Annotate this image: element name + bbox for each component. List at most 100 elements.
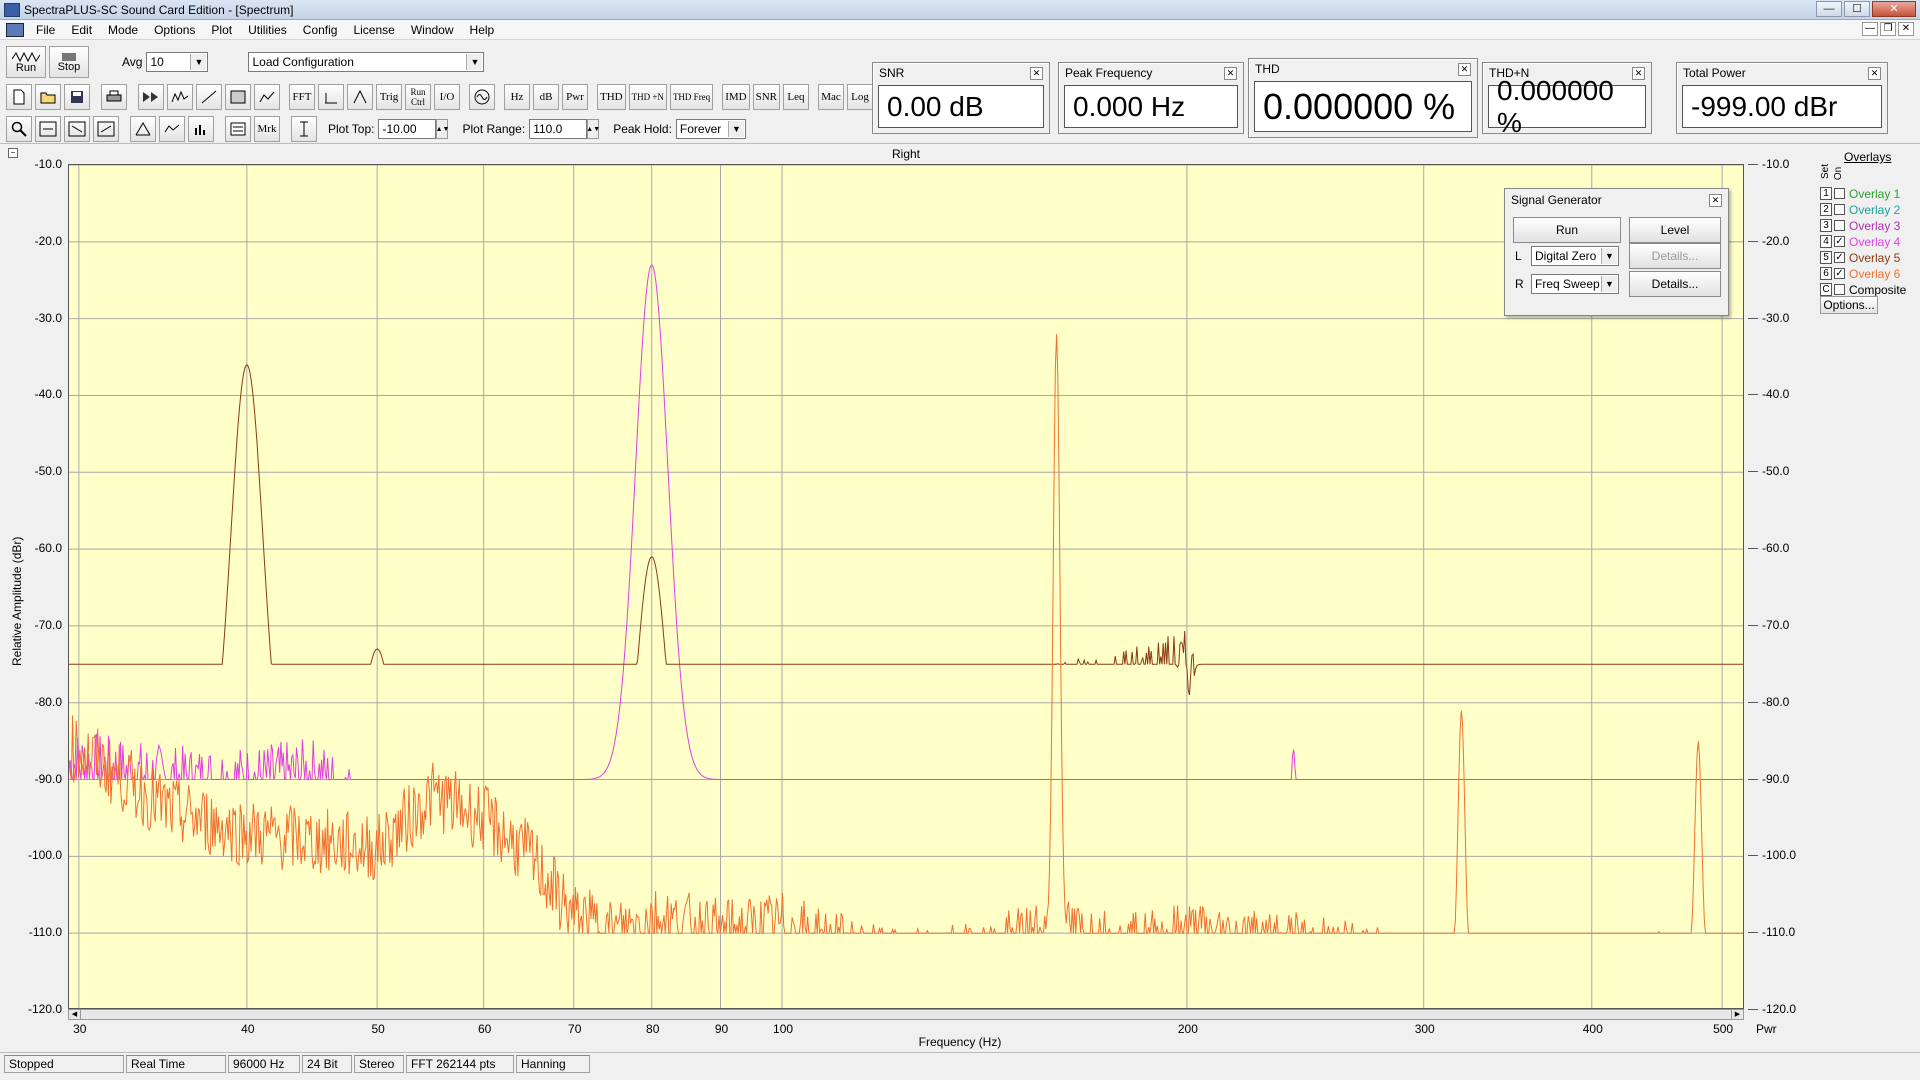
- log-button[interactable]: Log: [846, 84, 873, 110]
- 3d-surface-button[interactable]: [254, 84, 280, 110]
- zoom-button[interactable]: [6, 116, 32, 142]
- menu-utilities[interactable]: Utilities: [240, 23, 295, 37]
- pwr-button[interactable]: Pwr: [562, 84, 588, 110]
- overlay-options-button[interactable]: Options...: [1820, 296, 1878, 314]
- generator-run-button[interactable]: Run: [1513, 217, 1621, 243]
- spectrum-plot[interactable]: [68, 164, 1744, 1009]
- plot-range-input[interactable]: 110.0: [529, 119, 588, 139]
- zoom-out-2x-button[interactable]: [64, 116, 90, 142]
- mac-button[interactable]: Mac: [817, 84, 844, 110]
- left-channel-select[interactable]: Digital Zero ▼: [1531, 246, 1619, 266]
- peak-frequency-meter[interactable]: Peak Frequency ✕ 0.000 Hz: [1058, 62, 1244, 134]
- close-button[interactable]: ✕: [1872, 1, 1916, 17]
- fast-forward-button[interactable]: [138, 84, 164, 110]
- list-button[interactable]: [225, 116, 251, 142]
- db-button[interactable]: dB: [533, 84, 559, 110]
- avg-select[interactable]: 10 ▼: [146, 52, 209, 72]
- menu-file[interactable]: File: [28, 23, 63, 37]
- io-button[interactable]: I/O: [434, 84, 460, 110]
- peak-hold-select[interactable]: Forever ▼: [675, 119, 746, 139]
- close-icon[interactable]: ✕: [1709, 193, 1722, 207]
- overlay-checkbox[interactable]: [1834, 204, 1845, 215]
- overlay-checkbox[interactable]: [1834, 220, 1845, 231]
- scroll-left-icon[interactable]: ◀: [69, 1010, 81, 1019]
- line-plot-button[interactable]: [159, 116, 185, 142]
- overlay-checkbox[interactable]: ✓: [1834, 252, 1845, 263]
- snr-button[interactable]: SNR: [752, 84, 780, 110]
- hz-button[interactable]: Hz: [504, 84, 530, 110]
- trig-button[interactable]: Trig: [376, 84, 402, 110]
- thd-meter[interactable]: THD ✕ 0.000000 %: [1248, 58, 1478, 138]
- document-icon[interactable]: [6, 22, 24, 37]
- overlay-row-3[interactable]: 3 Overlay 3: [1820, 218, 1900, 233]
- mdi-close-button[interactable]: ✕: [1898, 22, 1914, 36]
- overlay-row-1[interactable]: 1 Overlay 1: [1820, 186, 1900, 201]
- menu-plot[interactable]: Plot: [203, 23, 240, 37]
- spectrum-mode-button[interactable]: [167, 84, 193, 110]
- overlay-checkbox[interactable]: ✓: [1834, 236, 1845, 247]
- run-ctrl-button[interactable]: Run Ctrl: [405, 84, 431, 110]
- overlay-set-button[interactable]: 1: [1820, 187, 1832, 200]
- overlay-checkbox[interactable]: [1834, 284, 1845, 295]
- mdi-minimize-button[interactable]: —: [1862, 22, 1878, 36]
- peak-button[interactable]: [347, 84, 373, 110]
- right-channel-select[interactable]: Freq Sweep ▼: [1531, 274, 1619, 294]
- overlay-row-5[interactable]: 5 ✓ Overlay 5: [1820, 250, 1900, 265]
- mdi-restore-button[interactable]: ❐: [1880, 22, 1896, 36]
- overlay-row-6[interactable]: 6 ✓ Overlay 6: [1820, 266, 1900, 281]
- overlay-set-button[interactable]: 2: [1820, 203, 1832, 216]
- bars-button[interactable]: [318, 84, 344, 110]
- overlay-row-2[interactable]: 2 Overlay 2: [1820, 202, 1900, 217]
- horizontal-scrollbar[interactable]: ◀ ▶: [68, 1009, 1744, 1020]
- thd-n-meter[interactable]: THD+N ✕ 0.000000 %: [1482, 62, 1652, 138]
- bar-plot-button[interactable]: [188, 116, 214, 142]
- leq-button[interactable]: Leq: [782, 84, 809, 110]
- close-icon[interactable]: ✕: [1030, 66, 1043, 80]
- overlay-row-4[interactable]: 4 ✓ Overlay 4: [1820, 234, 1900, 249]
- overlay-checkbox[interactable]: [1834, 188, 1845, 199]
- minimize-button[interactable]: —: [1816, 1, 1842, 17]
- save-button[interactable]: [64, 84, 90, 110]
- open-file-button[interactable]: [35, 84, 61, 110]
- run-button[interactable]: Run: [6, 46, 46, 78]
- cursor-button[interactable]: [291, 116, 317, 142]
- plot-range-spinner[interactable]: ▲▼: [586, 119, 600, 139]
- spectrogram-button[interactable]: [225, 84, 251, 110]
- thd-freq-button[interactable]: THD Freq: [669, 84, 714, 110]
- stop-button[interactable]: Stop: [49, 46, 89, 78]
- overlay-set-button[interactable]: 3: [1820, 219, 1832, 232]
- close-icon[interactable]: ✕: [1458, 62, 1471, 76]
- menu-license[interactable]: License: [345, 23, 402, 37]
- menu-window[interactable]: Window: [403, 23, 462, 37]
- zoom-out-full-button[interactable]: [93, 116, 119, 142]
- fft-button[interactable]: FFT: [289, 84, 315, 110]
- close-icon[interactable]: ✕: [1224, 66, 1237, 80]
- load-configuration-select[interactable]: Load Configuration ▼: [248, 52, 485, 72]
- overlay-checkbox[interactable]: ✓: [1834, 268, 1845, 279]
- menu-edit[interactable]: Edit: [63, 23, 100, 37]
- scroll-right-icon[interactable]: ▶: [1731, 1010, 1743, 1019]
- menu-config[interactable]: Config: [295, 23, 346, 37]
- marker-button[interactable]: Mrk: [254, 116, 280, 142]
- peak-marker-button[interactable]: [130, 116, 156, 142]
- new-file-button[interactable]: [6, 84, 32, 110]
- left-details-button[interactable]: Details...: [1629, 243, 1721, 269]
- menu-help[interactable]: Help: [462, 23, 503, 37]
- generator-level-button[interactable]: Level: [1629, 217, 1721, 243]
- thd-n-button[interactable]: THD +N: [628, 84, 667, 110]
- print-button[interactable]: [101, 84, 127, 110]
- zoom-in-2x-button[interactable]: [35, 116, 61, 142]
- overlay-row-c[interactable]: C Composite: [1820, 282, 1906, 297]
- menu-options[interactable]: Options: [146, 23, 203, 37]
- maximize-button[interactable]: ☐: [1844, 1, 1870, 17]
- overlay-set-button[interactable]: C: [1820, 283, 1832, 296]
- close-icon[interactable]: ✕: [1868, 66, 1881, 80]
- overlay-set-button[interactable]: 5: [1820, 251, 1832, 264]
- plot-top-spinner[interactable]: ▲▼: [436, 119, 449, 139]
- overlay-set-button[interactable]: 6: [1820, 267, 1832, 280]
- snr-meter[interactable]: SNR ✕ 0.00 dB: [872, 62, 1050, 134]
- thd-button[interactable]: THD: [597, 84, 626, 110]
- generator-button[interactable]: [469, 84, 495, 110]
- total-power-meter[interactable]: Total Power ✕ -999.00 dBr: [1676, 62, 1888, 134]
- menu-mode[interactable]: Mode: [100, 23, 146, 37]
